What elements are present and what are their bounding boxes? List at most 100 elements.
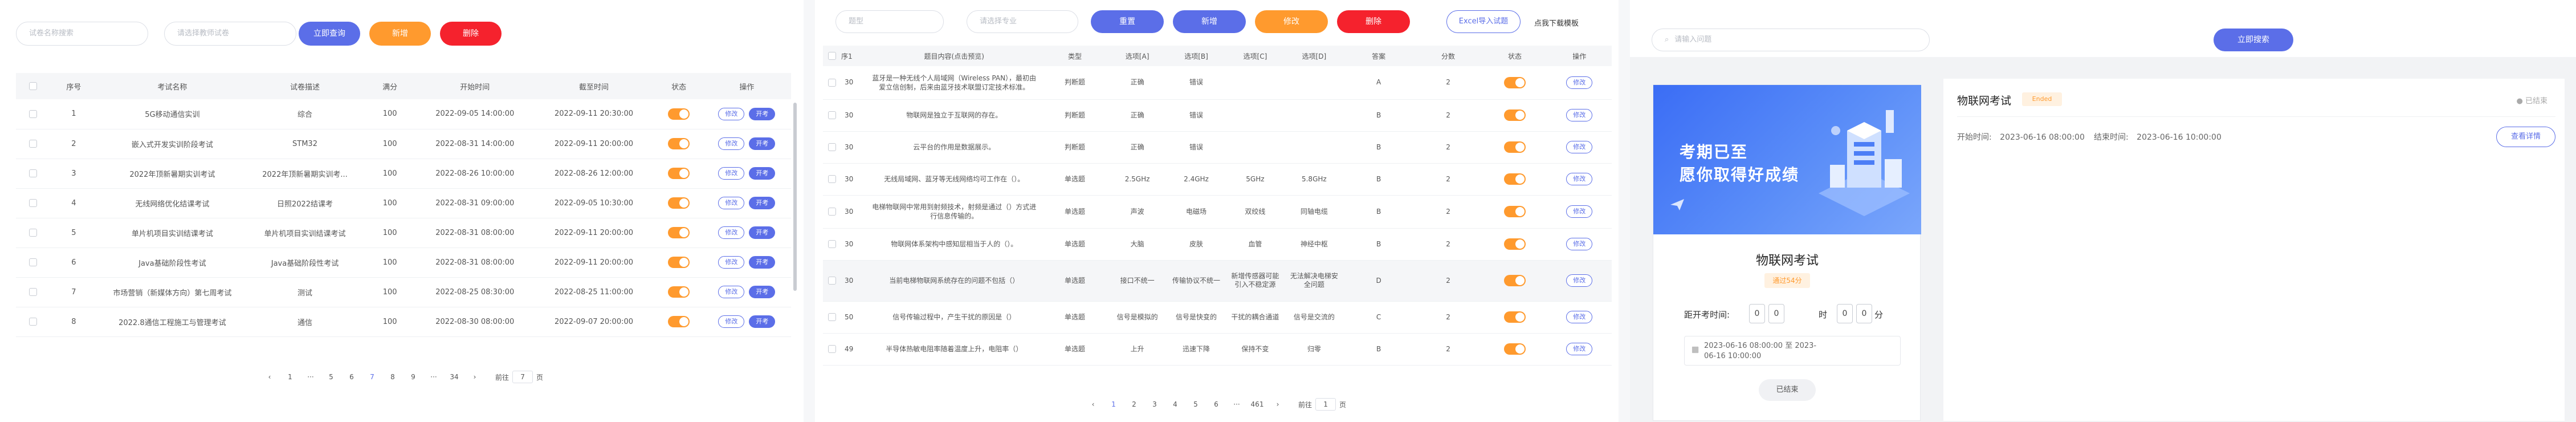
ended-button[interactable]: 已结束 [1759,379,1816,401]
edit-button[interactable]: 修改 [718,137,745,150]
edit-button[interactable]: 修改 [1566,173,1593,185]
edit-button[interactable]: 修改 [1566,109,1593,121]
start-exam-button[interactable]: 开考 [749,315,776,328]
status-toggle[interactable] [1482,333,1547,366]
edit-button[interactable]: 修改 [1566,274,1593,287]
row-checkbox[interactable] [823,99,841,132]
prev-page-button[interactable]: ‹ [259,373,280,381]
row-checkbox[interactable] [823,260,841,302]
edit-button[interactable]: 修改 [1566,205,1593,218]
start-exam-button[interactable]: 开考 [749,256,776,269]
status-toggle[interactable] [1482,163,1547,196]
status-toggle[interactable] [655,129,703,159]
add-question-button[interactable]: 新增 [1173,10,1246,33]
page-item[interactable]: 4 [1165,400,1185,408]
page-item[interactable]: 7 [362,373,382,381]
start-exam-button[interactable]: 开考 [749,107,776,120]
start-exam-button[interactable]: 开考 [749,286,776,298]
edit-button[interactable]: 修改 [718,197,745,209]
row-checkbox[interactable] [16,307,50,337]
row-checkbox[interactable] [823,131,841,164]
question-search-input[interactable]: ⌕ 请输入问题 [1652,29,1930,51]
edit-button[interactable]: 修改 [1566,76,1593,89]
page-item[interactable]: 8 [382,373,403,381]
row-checkbox[interactable] [16,159,50,189]
add-button[interactable]: 新增 [369,22,431,46]
edit-button[interactable]: 修改 [718,107,745,120]
page-item[interactable]: ··· [423,373,444,381]
prev-page-button[interactable]: ‹ [1083,400,1103,408]
reset-button[interactable]: 重置 [1091,10,1164,33]
page-item[interactable]: 2 [1124,400,1144,408]
goto-page-input[interactable]: 1 [1315,398,1336,411]
page-item[interactable]: 5 [1185,400,1206,408]
row-checkbox[interactable] [823,333,841,366]
edit-button[interactable]: 修改 [1566,238,1593,250]
view-details-button[interactable]: 查看详情 [2496,127,2555,147]
page-item[interactable]: 6 [341,373,362,381]
start-exam-button[interactable]: 开考 [749,137,776,150]
edit-button[interactable]: 修改 [718,167,745,180]
row-checkbox[interactable] [16,129,50,159]
page-item[interactable]: 5 [321,373,341,381]
edit-button[interactable]: 修改 [718,256,745,269]
status-toggle[interactable] [655,188,703,218]
row-checkbox[interactable] [16,99,50,129]
delete-question-button[interactable]: 删除 [1337,10,1410,33]
row-checkbox[interactable] [823,195,841,229]
page-item[interactable]: 6 [1206,400,1226,408]
status-toggle[interactable] [655,247,703,278]
row-checkbox[interactable] [16,277,50,307]
row-checkbox[interactable] [823,66,841,100]
edit-button[interactable]: 修改 [718,226,745,239]
row-checkbox[interactable] [16,218,50,248]
status-toggle[interactable] [1482,131,1547,164]
status-toggle[interactable] [1482,99,1547,132]
page-item[interactable]: 3 [1144,400,1165,408]
page-item[interactable]: 461 [1247,400,1267,408]
status-toggle[interactable] [655,218,703,248]
question-type-select[interactable]: 题型 [835,10,944,33]
edit-question-button[interactable]: 修改 [1255,10,1328,33]
exam-name-search-input[interactable]: 试卷名称搜索 [16,22,148,46]
status-toggle[interactable] [1482,260,1547,302]
page-item[interactable]: 1 [280,373,300,381]
row-checkbox[interactable] [823,163,841,196]
status-toggle[interactable] [1482,195,1547,229]
page-item[interactable]: ··· [1226,400,1247,408]
status-toggle[interactable] [655,277,703,307]
delete-button[interactable]: 删除 [440,22,502,46]
teacher-paper-select[interactable]: 请选择教师试卷 [164,22,296,46]
status-toggle[interactable] [655,159,703,189]
page-item[interactable]: 9 [403,373,423,381]
edit-button[interactable]: 修改 [718,315,745,328]
start-exam-button[interactable]: 开考 [749,197,776,209]
query-button[interactable]: 立即查询 [299,22,360,46]
status-toggle[interactable] [1482,228,1547,261]
row-checkbox[interactable] [823,301,841,334]
status-toggle[interactable] [1482,66,1547,100]
edit-button[interactable]: 修改 [1566,141,1593,153]
status-toggle[interactable] [655,307,703,337]
major-select[interactable]: 请选择专业 [967,10,1078,33]
excel-import-button[interactable]: Excel导入试题 [1446,10,1521,33]
next-page-button[interactable]: › [1267,400,1288,408]
next-page-button[interactable]: › [464,373,485,381]
page-item[interactable]: ··· [300,373,321,381]
page-item[interactable]: 34 [444,373,464,381]
search-button[interactable]: 立即搜索 [2214,29,2293,51]
row-checkbox[interactable] [823,228,841,261]
goto-page-input[interactable]: 7 [512,371,533,383]
edit-button[interactable]: 修改 [718,286,745,298]
start-exam-button[interactable]: 开考 [749,167,776,180]
start-exam-button[interactable]: 开考 [749,226,776,239]
select-all-checkbox[interactable] [16,73,50,99]
edit-button[interactable]: 修改 [1566,311,1593,323]
table-scrollbar[interactable] [793,103,797,291]
page-item[interactable]: 1 [1103,400,1124,408]
download-template-link[interactable]: 点我下载模板 [1534,17,1579,28]
row-checkbox[interactable] [16,247,50,278]
status-toggle[interactable] [655,99,703,129]
select-all-checkbox[interactable] [823,46,841,66]
status-toggle[interactable] [1482,301,1547,334]
